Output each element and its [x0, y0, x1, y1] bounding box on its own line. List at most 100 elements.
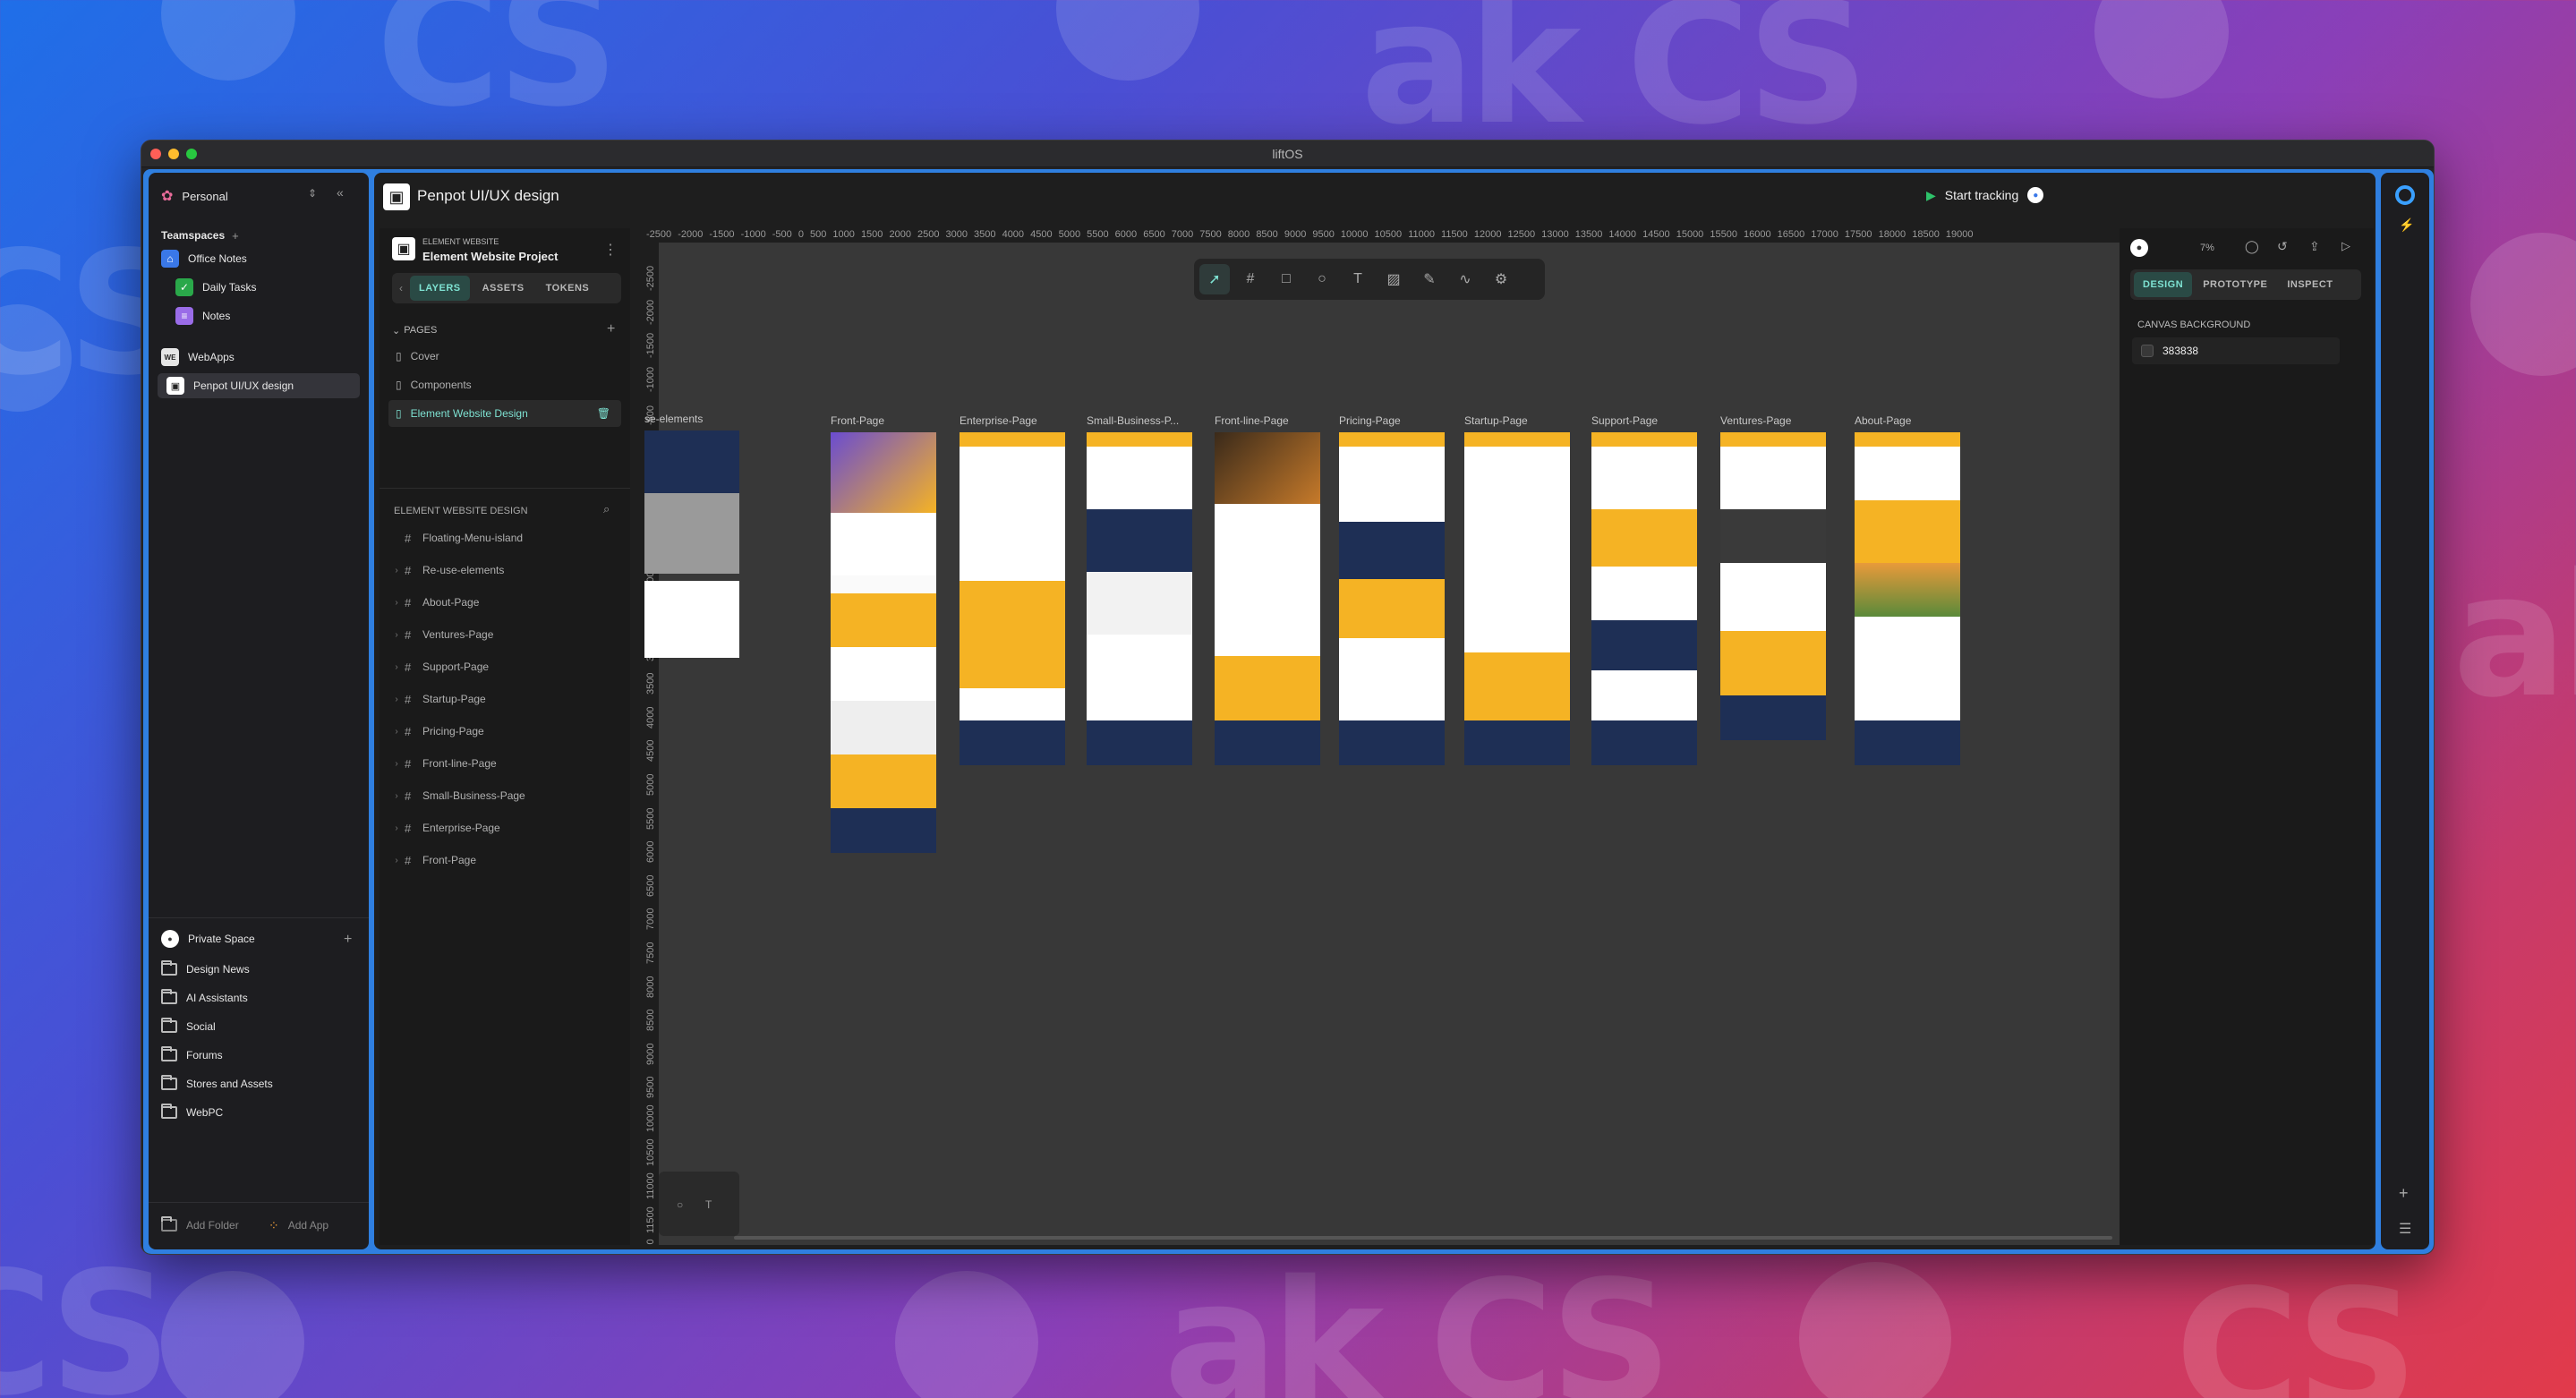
trash-icon[interactable]: 🗑: [597, 407, 610, 420]
collapse-sidebar-icon[interactable]: «: [337, 185, 344, 200]
layer-enterprise-page[interactable]: › # Enterprise-Page: [388, 815, 621, 840]
minimize-window-button[interactable]: [168, 149, 179, 159]
ellipse-small-icon[interactable]: ○: [677, 1198, 683, 1211]
chevron-right-icon[interactable]: ›: [388, 662, 405, 672]
layer-ventures-page[interactable]: › # Ventures-Page: [388, 622, 621, 647]
board-label-pricing-page[interactable]: Pricing-Page: [1339, 414, 1401, 427]
folder-design-news[interactable]: Design News: [161, 957, 250, 982]
layer-about-page[interactable]: › # About-Page: [388, 590, 621, 615]
chevron-right-icon[interactable]: ›: [388, 695, 405, 704]
user-avatar[interactable]: ●: [2130, 239, 2148, 257]
project-menu-icon[interactable]: ⋮: [603, 241, 618, 259]
layer-startup-page[interactable]: › # Startup-Page: [388, 686, 621, 712]
webapps-group[interactable]: WE WebApps: [161, 345, 235, 370]
page-cover[interactable]: ▯ Cover: [388, 343, 621, 370]
teamspace-daily-tasks[interactable]: ✓ Daily Tasks: [175, 275, 256, 300]
design-canvas[interactable]: -2500 -2000 -1500 -1000 -500 0 500 1000 …: [644, 228, 2120, 1245]
board-re-use-elements[interactable]: [644, 430, 739, 574]
board-label-re-use-elements[interactable]: se-elements: [644, 413, 703, 425]
app-item-penpot[interactable]: ▣ Penpot UI/UX design: [158, 373, 360, 398]
menu-icon[interactable]: ☰: [2399, 1220, 2411, 1238]
tab-design[interactable]: DESIGN: [2134, 272, 2193, 297]
board-front-line-page[interactable]: [1215, 432, 1320, 765]
board-front-page[interactable]: [831, 432, 936, 853]
board-label-small-business-page[interactable]: Small-Business-P...: [1087, 414, 1179, 427]
ellipse-tool-icon[interactable]: ○: [1307, 264, 1337, 294]
assistant-ring-icon[interactable]: [2395, 185, 2415, 205]
horizontal-scrollbar[interactable]: [734, 1236, 2112, 1240]
tab-layers[interactable]: LAYERS: [410, 276, 470, 301]
chevron-down-icon[interactable]: ⌄: [392, 325, 400, 337]
zoom-level[interactable]: 7%: [2200, 243, 2214, 253]
add-folder-button[interactable]: Add Folder: [161, 1213, 239, 1238]
layer-floating-menu-island[interactable]: # Floating-Menu-island: [388, 525, 621, 550]
board-label-ventures-page[interactable]: Ventures-Page: [1720, 414, 1791, 427]
layer-front-line-page[interactable]: › # Front-line-Page: [388, 751, 621, 776]
add-icon[interactable]: +: [2399, 1184, 2409, 1203]
teamspace-notes[interactable]: ≡ Notes: [175, 303, 230, 328]
board-pricing-page[interactable]: [1339, 432, 1445, 765]
close-window-button[interactable]: [150, 149, 161, 159]
board-label-about-page[interactable]: About-Page: [1855, 414, 1911, 427]
canvas-background-field[interactable]: 383838: [2132, 337, 2340, 364]
workspace-switcher[interactable]: ✿ Personal: [161, 183, 228, 209]
tab-assets[interactable]: ASSETS: [473, 276, 533, 301]
chevron-right-icon[interactable]: ›: [388, 823, 405, 833]
image-tool-icon[interactable]: ▨: [1378, 264, 1409, 294]
start-tracking-button[interactable]: ▶ Start tracking ●: [1926, 187, 2044, 203]
chevron-right-icon[interactable]: ›: [388, 759, 405, 769]
history-icon[interactable]: ↺: [2277, 239, 2288, 254]
chevron-updown-icon[interactable]: ⇕: [308, 187, 317, 200]
chevron-right-icon[interactable]: ›: [388, 630, 405, 640]
folder-webpc[interactable]: WebPC: [161, 1100, 223, 1125]
back-chevron-icon[interactable]: ‹: [396, 282, 406, 294]
chevron-right-icon[interactable]: ›: [388, 598, 405, 608]
tab-prototype[interactable]: PROTOTYPE: [2194, 272, 2276, 297]
chevron-right-icon[interactable]: ›: [388, 566, 405, 575]
canvas-background-value[interactable]: 383838: [2162, 345, 2198, 357]
folder-ai-assistants[interactable]: AI Assistants: [161, 985, 248, 1010]
board-label-support-page[interactable]: Support-Page: [1591, 414, 1658, 427]
board-label-startup-page[interactable]: Startup-Page: [1464, 414, 1528, 427]
layer-re-use-elements[interactable]: › # Re-use-elements: [388, 558, 621, 583]
share-icon[interactable]: ⇪: [2309, 239, 2320, 254]
layer-support-page[interactable]: › # Support-Page: [388, 654, 621, 679]
plugins-tool-icon[interactable]: ⚙: [1486, 264, 1516, 294]
board-re-use-white[interactable]: [644, 581, 739, 658]
play-preview-icon[interactable]: ▷: [2341, 239, 2350, 253]
layer-small-business-page[interactable]: › # Small-Business-Page: [388, 783, 621, 808]
board-small-business-page[interactable]: [1087, 432, 1192, 765]
chevron-right-icon[interactable]: ›: [388, 727, 405, 737]
comments-icon[interactable]: ◯: [2245, 239, 2259, 254]
page-components[interactable]: ▯ Components: [388, 371, 621, 398]
maximize-window-button[interactable]: [186, 149, 197, 159]
rectangle-tool-icon[interactable]: □: [1271, 264, 1301, 294]
teamspace-office-notes[interactable]: ⌂ Office Notes: [161, 246, 247, 271]
text-small-icon[interactable]: T: [705, 1198, 712, 1211]
board-label-front-page[interactable]: Front-Page: [831, 414, 884, 427]
board-support-page[interactable]: [1591, 432, 1697, 765]
private-space-header[interactable]: ● Private Space: [161, 926, 255, 951]
add-teamspace-icon[interactable]: +: [232, 229, 239, 243]
board-label-enterprise-page[interactable]: Enterprise-Page: [960, 414, 1037, 427]
add-page-icon[interactable]: +: [607, 321, 615, 337]
tab-tokens[interactable]: TOKENS: [537, 276, 599, 301]
chevron-right-icon[interactable]: ›: [388, 791, 405, 801]
page-element-website-design[interactable]: ▯ Element Website Design 🗑: [388, 400, 621, 427]
board-enterprise-page[interactable]: [960, 432, 1065, 765]
path-tool-icon[interactable]: ∿: [1450, 264, 1480, 294]
move-tool-icon[interactable]: ➚: [1199, 264, 1230, 294]
color-swatch[interactable]: [2141, 345, 2154, 357]
add-app-button[interactable]: ⁘ Add App: [269, 1213, 328, 1238]
lightning-icon[interactable]: ⚡: [2399, 217, 2414, 233]
chevron-right-icon[interactable]: ›: [388, 856, 405, 865]
layer-pricing-page[interactable]: › # Pricing-Page: [388, 719, 621, 744]
text-tool-icon[interactable]: T: [1343, 264, 1373, 294]
board-about-page[interactable]: [1855, 432, 1960, 765]
board-ventures-page[interactable]: [1720, 432, 1826, 740]
pencil-tool-icon[interactable]: ✎: [1414, 264, 1445, 294]
folder-social[interactable]: Social: [161, 1014, 216, 1039]
board-startup-page[interactable]: [1464, 432, 1570, 765]
board-tool-icon[interactable]: #: [1235, 264, 1266, 294]
layer-front-page[interactable]: › # Front-Page: [388, 848, 621, 873]
